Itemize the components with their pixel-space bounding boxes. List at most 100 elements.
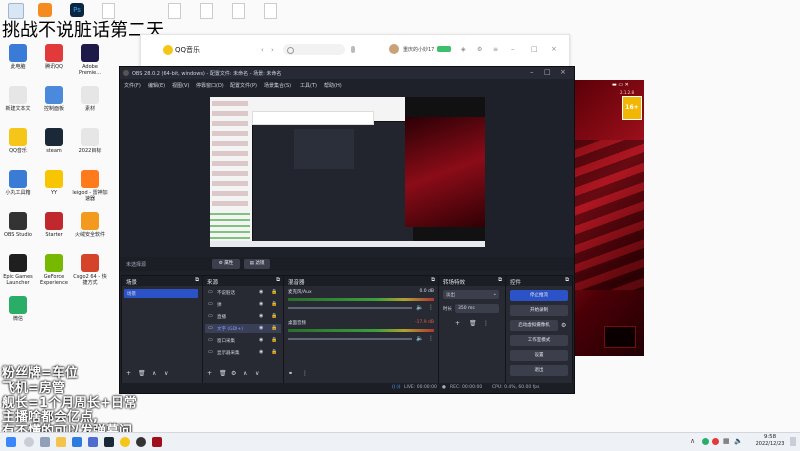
skin-icon[interactable]: ◈ [461, 46, 466, 53]
qqmusic-window[interactable]: QQ音乐 ‹ › 重庆的小妙17 ◈ ⚙ ≡ – □ × [140, 34, 570, 70]
volume-slider[interactable] [288, 307, 412, 309]
file-icon[interactable] [264, 3, 277, 19]
link-icon[interactable]: ⚭ [288, 370, 293, 377]
arrow-up-icon[interactable]: ∧ [152, 370, 156, 377]
source-item[interactable]: ▭ 弹 ◉ 🔒 [205, 300, 281, 309]
desktop-shortcut[interactable]: 微信 [0, 296, 36, 322]
desktop-shortcut[interactable]: 此电脑 [0, 44, 36, 70]
photoshop-icon[interactable]: Ps [70, 3, 84, 17]
window-controls[interactable]: ▬ ▭ ✕ [612, 82, 642, 88]
gear-icon[interactable]: ⚙ [231, 370, 236, 377]
desktop-shortcut[interactable]: 小丸工具箱 [0, 170, 36, 196]
avatar[interactable] [389, 44, 399, 54]
menu-icon[interactable]: ≡ [493, 46, 498, 53]
mic-icon[interactable] [351, 46, 355, 53]
visibility-icon[interactable]: ◉ [259, 325, 263, 331]
file-icon[interactable] [200, 3, 213, 19]
maximize-icon[interactable]: □ [544, 68, 551, 76]
close-icon[interactable]: × [551, 45, 557, 53]
trash-icon[interactable]: 🗑 [219, 370, 227, 377]
game-icon[interactable] [152, 437, 162, 447]
search-icon[interactable] [287, 47, 294, 54]
qqmusic-username[interactable]: 重庆的小妙17 [403, 46, 434, 53]
menu-docks[interactable]: 停靠窗口(D) [196, 82, 224, 89]
desktop-shortcut[interactable]: 2022目标 [72, 128, 108, 154]
obs-preview[interactable] [210, 97, 485, 247]
gear-icon[interactable]: ⚙ [561, 322, 566, 329]
start-icon[interactable] [6, 437, 16, 447]
lock-icon[interactable]: 🔒 [271, 313, 277, 319]
add-icon[interactable]: + [126, 370, 131, 377]
arrow-down-icon[interactable]: ∨ [164, 370, 168, 377]
desktop-shortcut[interactable]: steam [36, 128, 72, 154]
visibility-icon[interactable]: ◉ [259, 337, 263, 343]
exit-button[interactable]: 退出 [510, 365, 568, 376]
dock-menu-icon[interactable]: ⧉ [195, 277, 199, 284]
filters-button[interactable]: ▤ 滤镜 [244, 259, 270, 269]
scene-item[interactable]: 场景 [124, 289, 198, 298]
lock-icon[interactable]: 🔒 [271, 349, 277, 355]
desktop-shortcut[interactable]: Starter [36, 212, 72, 238]
dock-menu-icon[interactable]: ⧉ [565, 277, 569, 284]
notification-icon[interactable] [790, 437, 796, 446]
tray-app-icon[interactable] [702, 438, 709, 445]
more-icon[interactable]: ⋮ [483, 320, 489, 327]
qq-music-icon[interactable] [120, 437, 130, 447]
source-item[interactable]: ▭ 直播 ◉ 🔒 [205, 312, 281, 321]
visibility-icon[interactable]: ◉ [259, 289, 263, 295]
desktop-shortcut[interactable]: 腾讯QQ [36, 44, 72, 70]
speaker-icon[interactable]: 🔈 [416, 304, 423, 311]
menu-scene-collection[interactable]: 场景集合(S) [264, 82, 291, 89]
dock-menu-icon[interactable]: ⧉ [276, 277, 280, 284]
file-explorer-icon[interactable] [56, 437, 66, 447]
game-launcher-window[interactable]: ▬ ▭ ✕ 2.1.2.8 16+ [572, 80, 644, 356]
desktop-shortcut[interactable]: GeForce Experience [36, 254, 72, 286]
desktop-shortcut[interactable]: OBS Studio [0, 212, 36, 238]
lock-icon[interactable]: 🔒 [271, 325, 277, 331]
trash-icon[interactable]: 🗑 [138, 370, 146, 377]
clock[interactable]: 9:58 2022/12/23 [752, 434, 788, 450]
lock-icon[interactable]: 🔒 [271, 301, 277, 307]
network-icon[interactable]: ▦ [723, 437, 730, 445]
minimize-icon[interactable]: – [530, 68, 534, 76]
minimize-icon[interactable]: – [511, 45, 515, 53]
lock-icon[interactable]: 🔒 [271, 337, 277, 343]
speaker-icon[interactable]: 🔈 [416, 335, 423, 342]
desktop-shortcut[interactable]: 素材 [72, 86, 108, 112]
tray-app-icon[interactable] [712, 438, 719, 445]
properties-button[interactable]: ⚙ 属性 [212, 259, 240, 269]
source-item[interactable]: ▭ 不说脏话 ◉ 🔒 [205, 288, 281, 297]
search-icon[interactable] [24, 437, 34, 447]
desktop-shortcut[interactable]: QQ音乐 [0, 128, 36, 154]
add-icon[interactable]: + [455, 320, 460, 327]
browser-icon[interactable] [72, 437, 82, 447]
maximize-icon[interactable]: □ [531, 45, 538, 53]
source-item[interactable]: ▭ 窗口采集 ◉ 🔒 [205, 336, 281, 345]
desktop-shortcut[interactable]: 控制面板 [36, 86, 72, 112]
back-icon[interactable]: ‹ [261, 46, 264, 54]
vip-badge[interactable] [437, 46, 451, 52]
dock-menu-icon[interactable]: ⧉ [498, 277, 502, 284]
desktop-shortcut[interactable]: Adobe Premie... [72, 44, 108, 76]
transition-select[interactable]: 淡出 ⌄ [443, 290, 499, 299]
menu-view[interactable]: 视图(V) [172, 82, 189, 89]
task-view-icon[interactable] [40, 437, 50, 447]
settings-button[interactable]: 设置 [510, 350, 568, 361]
duration-input[interactable]: 350 ms [455, 304, 499, 313]
virtual-camera-button[interactable]: 启动虚拟摄像机 [510, 320, 558, 331]
source-item[interactable]: ▭ 文字 (GDI+) ◉ 🔒 [205, 324, 281, 333]
lock-icon[interactable]: 🔒 [271, 289, 277, 295]
menu-tools[interactable]: 工具(T) [300, 82, 317, 89]
obs-window[interactable]: OBS 28.0.2 (64-bit, windows) - 配置文件: 未命名… [119, 66, 575, 394]
menu-profile[interactable]: 配置文件(P) [230, 82, 257, 89]
menu-help[interactable]: 帮助(H) [324, 82, 342, 89]
desktop-shortcut[interactable]: Epic Games Launcher [0, 254, 36, 286]
visibility-icon[interactable]: ◉ [259, 301, 263, 307]
desktop-shortcut[interactable]: Csgo2 64 - 快捷方式 [72, 254, 108, 286]
volume-icon[interactable]: 🔈 [734, 437, 743, 445]
visibility-icon[interactable]: ◉ [259, 349, 263, 355]
start-recording-button[interactable]: 开始录制 [510, 305, 568, 316]
store-icon[interactable] [88, 437, 98, 447]
arrow-down-icon[interactable]: ∨ [255, 370, 259, 377]
close-icon[interactable]: × [560, 68, 566, 76]
